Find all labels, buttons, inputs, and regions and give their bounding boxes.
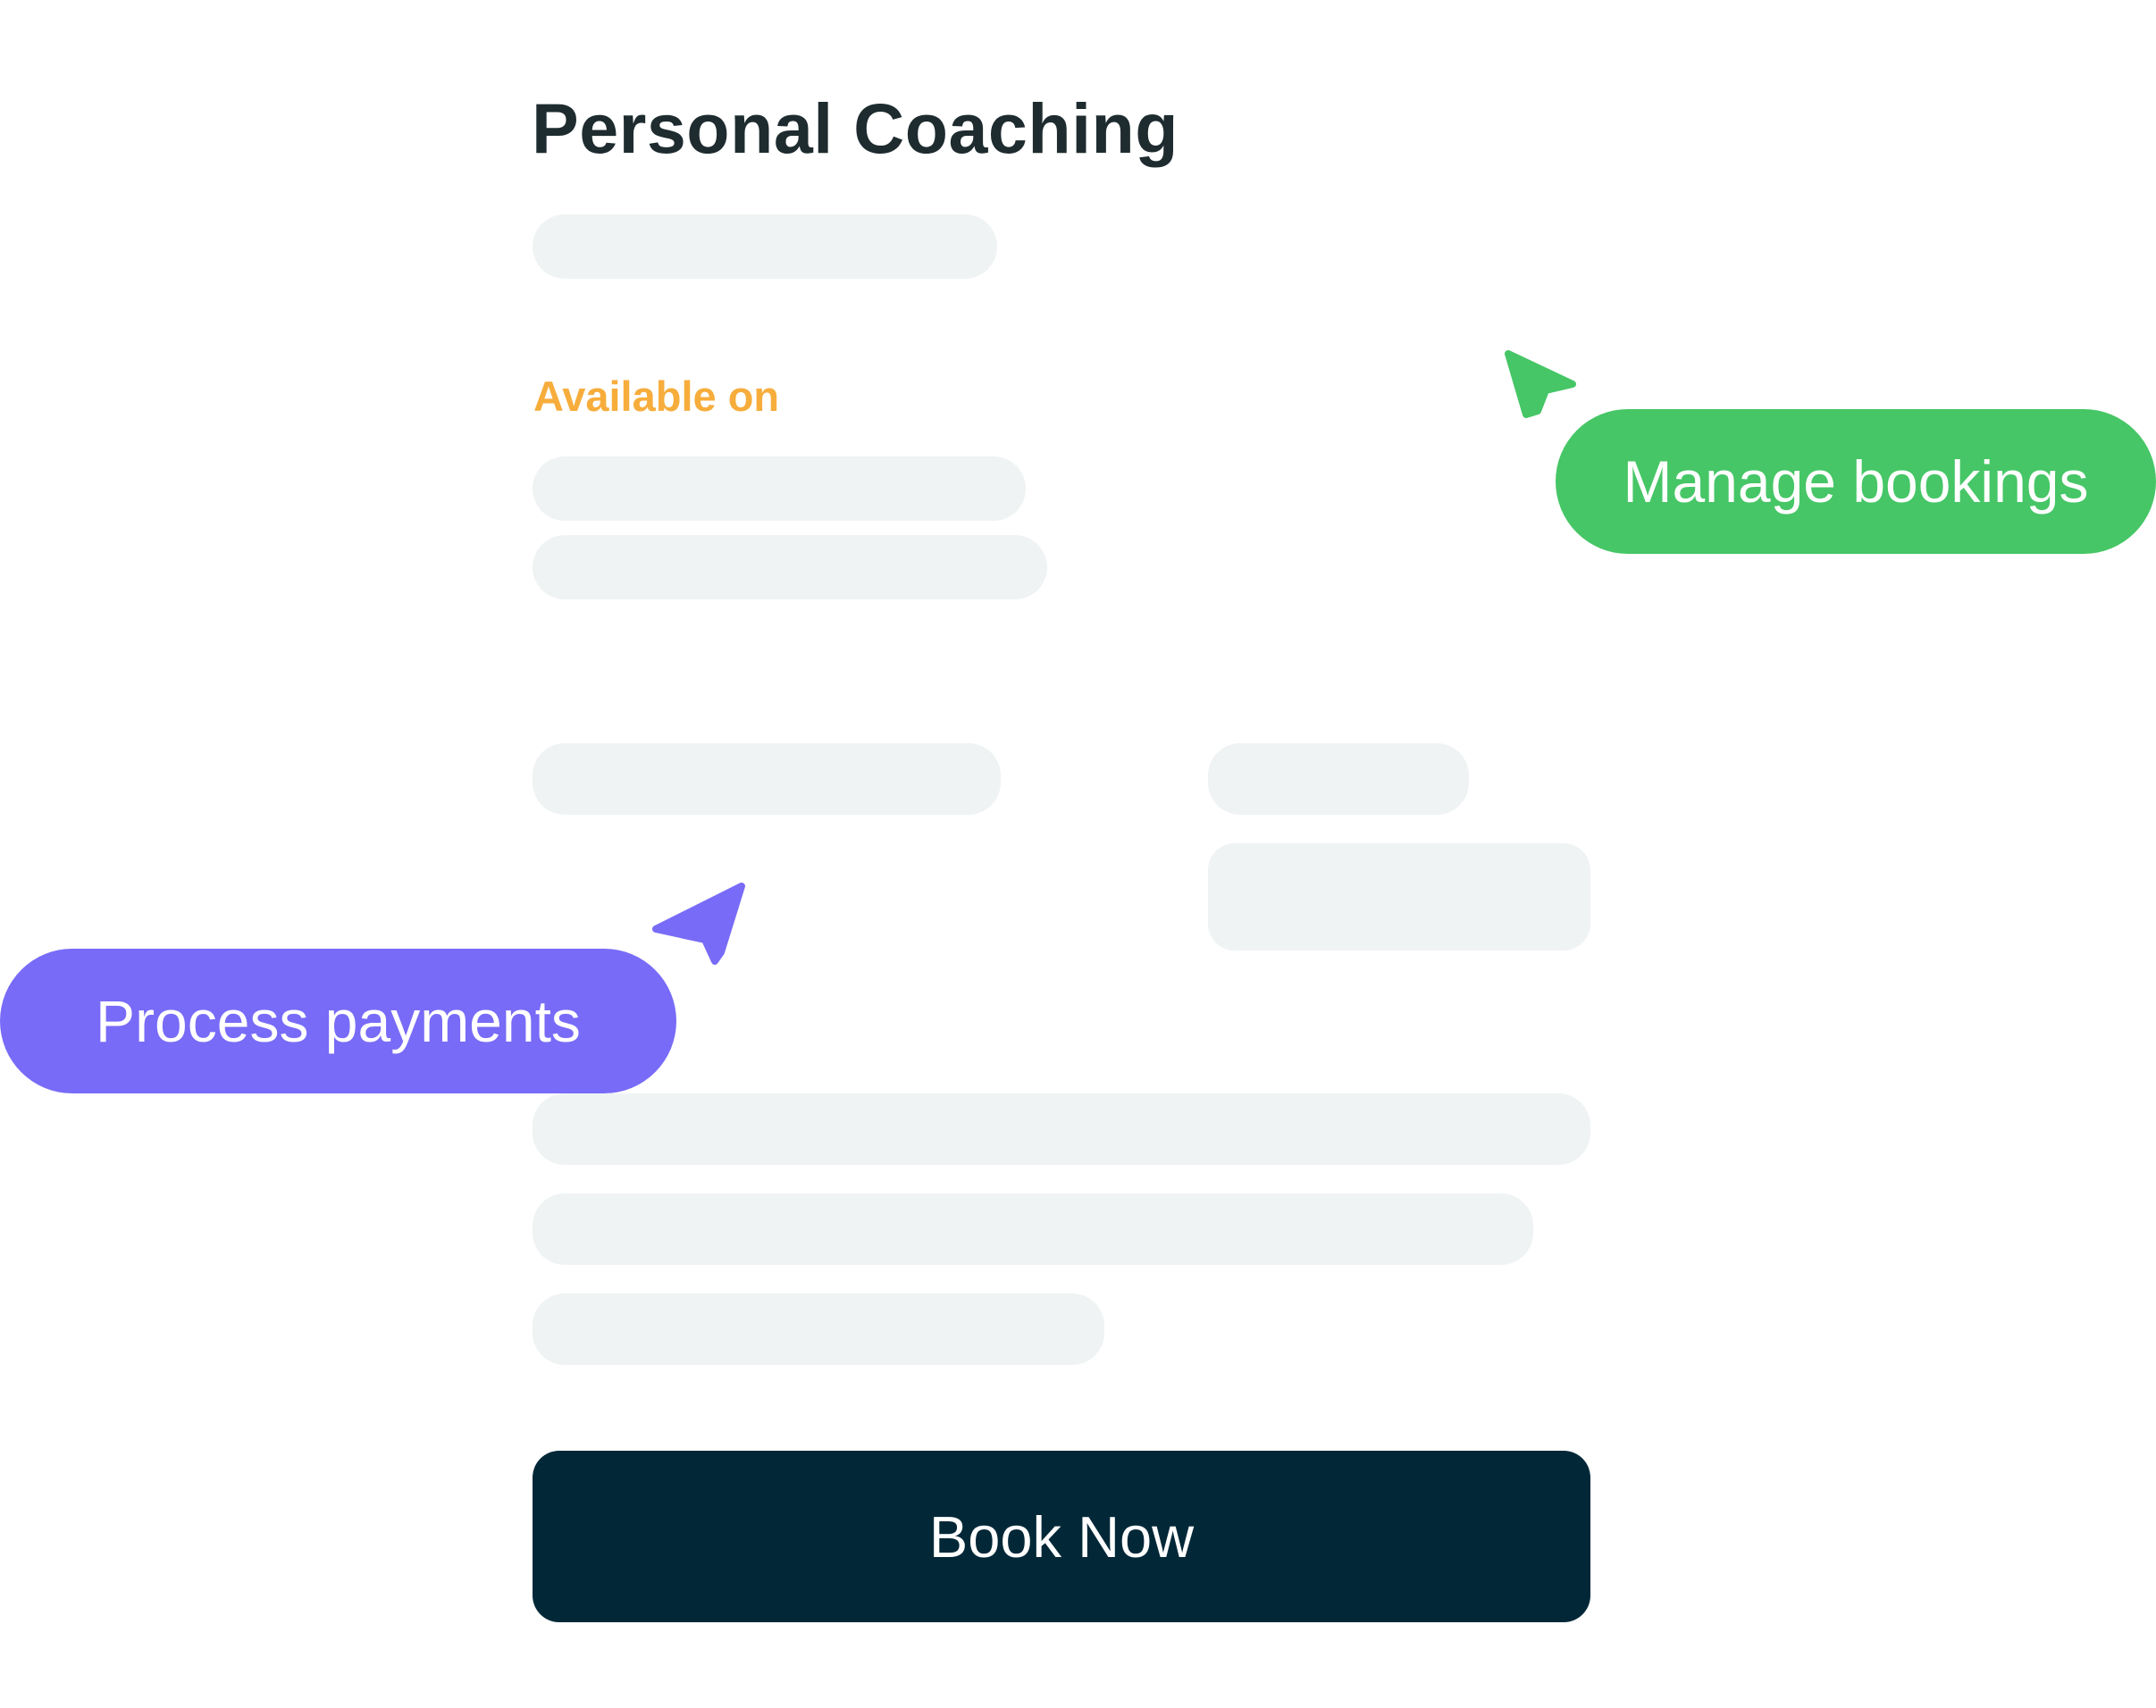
placeholder-field-right-box — [1208, 843, 1590, 950]
placeholder-description-line-1 — [533, 1093, 1590, 1165]
placeholder-description-line-2 — [533, 1193, 1533, 1265]
process-payments-pill[interactable]: Process payments — [0, 949, 676, 1093]
page-title: Personal Coaching — [532, 88, 1179, 168]
placeholder-field-right-label — [1208, 743, 1469, 815]
available-on-label: Available on — [533, 373, 780, 420]
manage-bookings-pill[interactable]: Manage bookings — [1556, 409, 2156, 554]
book-now-button[interactable]: Book Now — [533, 1451, 1590, 1622]
cursor-arrow-icon — [1499, 345, 1576, 427]
placeholder-availability-line-1 — [533, 456, 1026, 521]
placeholder-subtitle — [533, 214, 997, 279]
cursor-arrow-icon — [647, 877, 751, 984]
placeholder-description-line-3 — [533, 1294, 1104, 1365]
placeholder-field-left — [533, 743, 1001, 815]
placeholder-availability-line-2 — [533, 535, 1047, 599]
